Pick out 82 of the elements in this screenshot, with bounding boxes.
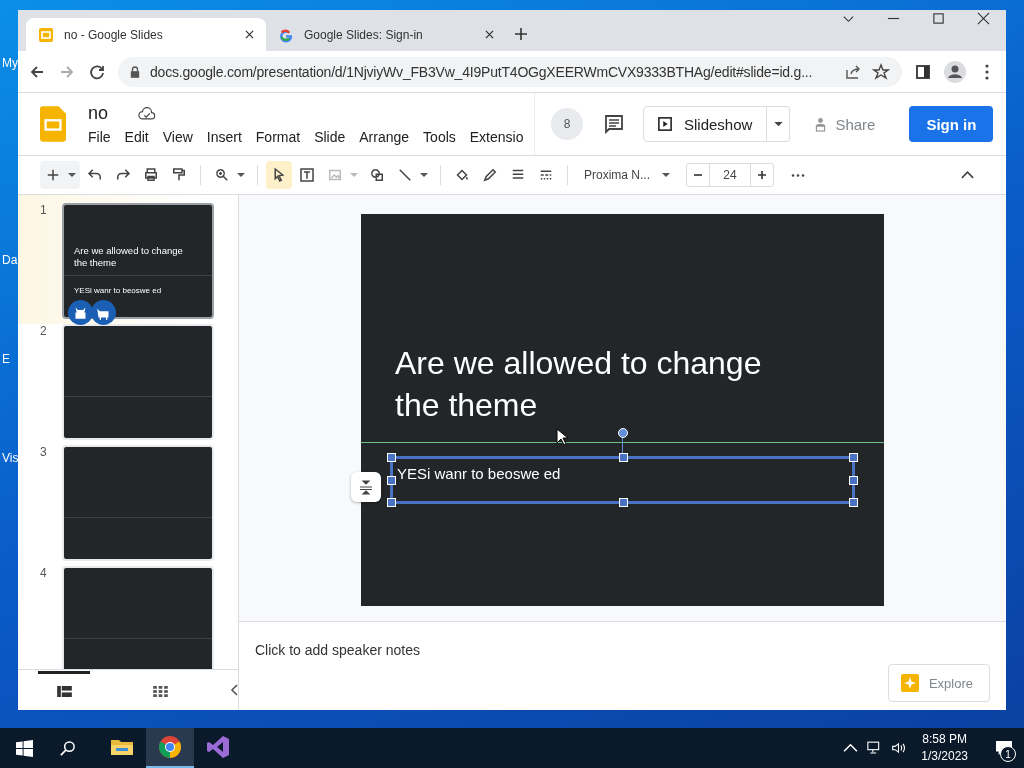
- vertical-align-icon: [358, 479, 374, 495]
- slides-logo-icon: [38, 26, 54, 43]
- slide-number: 3: [40, 445, 48, 459]
- caret-icon: [773, 121, 783, 127]
- vertical-align-button[interactable]: [351, 472, 381, 502]
- notifications-button[interactable]: 1: [984, 728, 1024, 768]
- person-lock-icon: [814, 116, 828, 132]
- menu-item[interactable]: File: [88, 129, 111, 145]
- grid-view-icon: [152, 686, 168, 697]
- slideshow-button[interactable]: Slideshow: [643, 106, 768, 142]
- select-cursor-button[interactable]: [266, 161, 292, 189]
- shape-icon: [368, 166, 386, 184]
- menu-item[interactable]: Extensio: [469, 129, 524, 145]
- line-icon: [396, 166, 414, 184]
- volume-icon[interactable]: [891, 741, 907, 755]
- start-icon[interactable]: [16, 739, 33, 757]
- explore-button[interactable]: Explore: [887, 664, 990, 702]
- menu-item[interactable]: Slide: [314, 129, 346, 145]
- animal-avatar-icon: [68, 300, 93, 325]
- cloud-saved-icon: [138, 107, 157, 120]
- slide-thumbnail[interactable]: [62, 324, 214, 440]
- desktop-icon-label[interactable]: Vis: [2, 451, 19, 465]
- text-box-icon: [298, 166, 316, 184]
- sign-in-button[interactable]: Sign in: [909, 106, 994, 142]
- caret-icon: [68, 172, 76, 178]
- menu-item[interactable]: View: [162, 129, 193, 145]
- menu-item[interactable]: Arrange: [359, 129, 410, 145]
- document-title[interactable]: no: [88, 103, 109, 124]
- slide-number: 4: [40, 566, 48, 580]
- star-icon[interactable]: [872, 62, 890, 81]
- desktop-icon-label[interactable]: Da: [2, 253, 18, 267]
- thumbnail-body-text: YESi wanr to beoswe ed: [74, 286, 162, 295]
- slide-thumbnail[interactable]: [62, 445, 214, 561]
- address-bar[interactable]: docs.google.com/presentation/d/1NjviyWv_FB3Vw_4I9PutT4OGgXEERWmCVX9333BTHAg/edit#slide=id.g...: [118, 56, 902, 87]
- speaker-notes-field[interactable]: Click to add speaker notes: [255, 642, 420, 658]
- collapse-icon[interactable]: [961, 171, 974, 179]
- desktop-icon-label[interactable]: E: [2, 352, 10, 366]
- print-icon: [142, 166, 160, 184]
- collaborator-count[interactable]: 8: [551, 108, 583, 140]
- close-tab-icon[interactable]: [245, 30, 254, 39]
- side-panel-icon[interactable]: [914, 62, 932, 81]
- slide-thumbnail[interactable]: [62, 566, 214, 669]
- caret-icon: [350, 172, 358, 178]
- slide-thumbnail[interactable]: Are we allowed to change the theme YESi wanr to beoswe ed: [62, 203, 214, 319]
- pen-icon: [481, 166, 499, 184]
- browser-tab[interactable]: no - Google Slides: [26, 18, 266, 51]
- new-slide-button[interactable]: [40, 161, 80, 189]
- slide-number: 2: [40, 324, 48, 338]
- slides-logo-icon: [40, 106, 66, 142]
- caret-icon: [420, 172, 428, 178]
- rotate-handle[interactable]: [618, 428, 628, 438]
- collapse-panel-icon[interactable]: [230, 684, 238, 696]
- menu-item[interactable]: Tools: [423, 129, 456, 145]
- sparkle-icon: [900, 674, 919, 692]
- browser-tab[interactable]: Google Slides: Sign-in: [266, 18, 506, 51]
- play-icon: [658, 117, 672, 131]
- search-icon[interactable]: [59, 739, 76, 757]
- clock[interactable]: 8:58 PM 1/3/2023: [921, 731, 968, 765]
- close-icon[interactable]: [977, 12, 990, 25]
- desktop-icon-label[interactable]: My: [2, 56, 18, 70]
- lock-icon: [130, 65, 140, 78]
- slide-title: Are we allowed to change the theme: [395, 344, 763, 425]
- font-dropdown[interactable]: Proxima N...: [576, 168, 678, 182]
- comment-icon[interactable]: [603, 113, 625, 135]
- list-view-icon: [56, 686, 72, 697]
- chrome-taskbar-icon[interactable]: [146, 728, 194, 768]
- selected-text-box[interactable]: YESi wanr to beoswe ed: [390, 456, 855, 504]
- caret-icon: [662, 172, 670, 178]
- menu-item[interactable]: Edit: [124, 129, 149, 145]
- zoom-icon: [213, 166, 231, 184]
- thumbnail-title: Are we allowed to change the theme: [74, 245, 184, 269]
- slide-number: 1: [40, 203, 48, 217]
- close-tab-icon[interactable]: [485, 30, 494, 39]
- new-tab-icon[interactable]: [514, 27, 528, 41]
- more-options-icon[interactable]: [790, 172, 806, 178]
- menu-item[interactable]: Insert: [206, 129, 242, 145]
- maximize-icon[interactable]: [932, 12, 945, 25]
- profile-avatar-icon[interactable]: [944, 60, 966, 83]
- caret-icon: [237, 172, 245, 178]
- mouse-pointer-icon: [556, 428, 568, 446]
- show-hidden-icons-icon[interactable]: [843, 741, 859, 755]
- menu-item[interactable]: Format: [255, 129, 301, 145]
